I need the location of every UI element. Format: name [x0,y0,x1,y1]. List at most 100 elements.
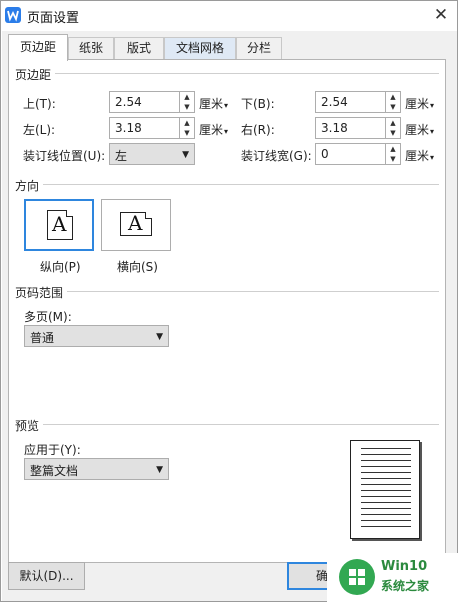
unit-label: 厘米 [405,97,430,111]
left-margin-unit[interactable]: 厘米▾ [199,121,228,138]
spin-up-icon[interactable]: ▲ [180,92,194,102]
portrait-button[interactable]: A [24,199,94,251]
right-margin-unit[interactable]: 厘米▾ [405,121,434,138]
watermark-subtitle: 系统之家 [381,579,430,593]
preview-text-line [361,466,411,467]
spinner-buttons: ▲ ▼ [385,144,400,164]
spin-up-icon[interactable]: ▲ [386,118,400,128]
tab-columns[interactable]: 分栏 [236,37,282,60]
preview-text-line [361,502,411,503]
spin-up-icon[interactable]: ▲ [386,92,400,102]
chevron-down-icon: ▾ [430,127,435,136]
right-margin-spinner[interactable]: 3.18 ▲ ▼ [315,117,401,139]
spin-down-icon[interactable]: ▼ [180,102,194,112]
multi-pages-select[interactable]: 普通 ▼ [24,325,169,347]
right-margin-value: 3.18 [321,121,348,135]
preview-group-title: 预览 [15,417,44,434]
preview-text-line [361,472,411,473]
windows-flag [349,569,365,585]
portrait-label: 纵向(P) [40,260,81,274]
preview-divider [15,424,439,425]
portrait-glyph: A [52,212,67,236]
margins-group-title: 页边距 [15,66,56,83]
landscape-page-icon: A [120,211,152,236]
left-margin-label: 左(L): [23,123,56,137]
watermark-title: Win10 [381,559,428,574]
margins-divider [15,73,439,74]
preview-text-line [361,448,411,449]
chevron-down-icon: ▾ [224,101,229,110]
spin-down-icon[interactable]: ▼ [180,128,194,138]
top-margin-value: 2.54 [115,95,142,109]
page-fold [66,210,73,217]
apply-to-value: 整篇文档 [30,464,79,478]
preview-text-line [361,508,411,509]
bottom-margin-unit[interactable]: 厘米▾ [405,95,434,112]
portrait-page-icon: A [47,210,73,240]
tab-paper[interactable]: 纸张 [68,37,114,60]
dropdown-arrow-icon: ▼ [156,465,163,475]
gutter-position-value: 左 [115,149,128,163]
unit-label: 厘米 [199,123,224,137]
preview-text-line [361,478,411,479]
watermark-badge: Win10 系统之家 [327,553,458,602]
spin-down-icon[interactable]: ▼ [386,154,400,164]
multi-pages-label: 多页(M): [24,310,72,324]
preview-text-line [361,490,411,491]
preview-text-line [361,484,411,485]
orientation-group-title: 方向 [15,177,44,194]
preview-text-line [361,460,411,461]
left-margin-spinner[interactable]: 3.18 ▲ ▼ [109,117,195,139]
gutter-width-unit[interactable]: 厘米▾ [405,147,434,164]
preview-text-line [361,526,411,527]
wps-writer-icon [5,7,21,23]
spinner-buttons: ▲ ▼ [179,92,194,112]
close-icon[interactable]: ✕ [429,4,453,26]
default-button[interactable]: 默认(D)... [8,562,85,590]
dropdown-arrow-icon: ▼ [156,332,163,342]
spinner-buttons: ▲ ▼ [385,118,400,138]
page-fold [145,212,152,219]
gutter-position-label: 装订线位置(U): [23,149,106,163]
gutter-position-select[interactable]: 左 ▼ [109,143,195,165]
preview-text-line [361,514,411,515]
tab-margins[interactable]: 页边距 [8,34,68,61]
unit-label: 厘米 [199,97,224,111]
title-bar: 页面设置 ✕ [1,1,457,31]
page-setup-dialog: 页面设置 ✕ 页边距 纸张 版式 文档网格 分栏 页边距 上(T): 2.54 … [0,0,458,602]
chevron-down-icon: ▾ [430,101,435,110]
preview-text-line [361,454,411,455]
spinner-buttons: ▲ ▼ [385,92,400,112]
page-range-group-title: 页码范围 [15,284,68,301]
top-margin-label: 上(T): [23,97,56,111]
gutter-width-label: 装订线宽(G): [241,149,312,163]
orientation-divider [15,184,439,185]
spin-down-icon[interactable]: ▼ [386,102,400,112]
apply-to-select[interactable]: 整篇文档 ▼ [24,458,169,480]
gutter-width-spinner[interactable]: 0 ▲ ▼ [315,143,401,165]
chevron-down-icon: ▾ [224,127,229,136]
bottom-margin-spinner[interactable]: 2.54 ▲ ▼ [315,91,401,113]
top-margin-spinner[interactable]: 2.54 ▲ ▼ [109,91,195,113]
preview-text-line [361,520,411,521]
spin-down-icon[interactable]: ▼ [386,128,400,138]
top-margin-unit[interactable]: 厘米▾ [199,95,228,112]
bottom-margin-value: 2.54 [321,95,348,109]
windows-logo-icon [339,559,375,595]
tab-layout[interactable]: 版式 [114,37,164,60]
spin-up-icon[interactable]: ▲ [386,144,400,154]
spin-up-icon[interactable]: ▲ [180,118,194,128]
tab-document-grid[interactable]: 文档网格 [164,37,236,60]
page-range-divider [15,291,439,292]
unit-label: 厘米 [405,149,430,163]
landscape-label: 横向(S) [117,260,158,274]
unit-label: 厘米 [405,123,430,137]
dropdown-arrow-icon: ▼ [182,150,189,160]
apply-to-label: 应用于(Y): [24,443,81,457]
bottom-margin-label: 下(B): [241,97,275,111]
landscape-button[interactable]: A [101,199,171,251]
gutter-width-value: 0 [321,147,329,161]
margins-panel: 页边距 上(T): 2.54 ▲ ▼ 厘米▾ 下(B): 2.54 ▲ ▼ 厘米… [8,59,446,563]
page-preview [350,440,420,539]
multi-pages-value: 普通 [30,331,55,345]
